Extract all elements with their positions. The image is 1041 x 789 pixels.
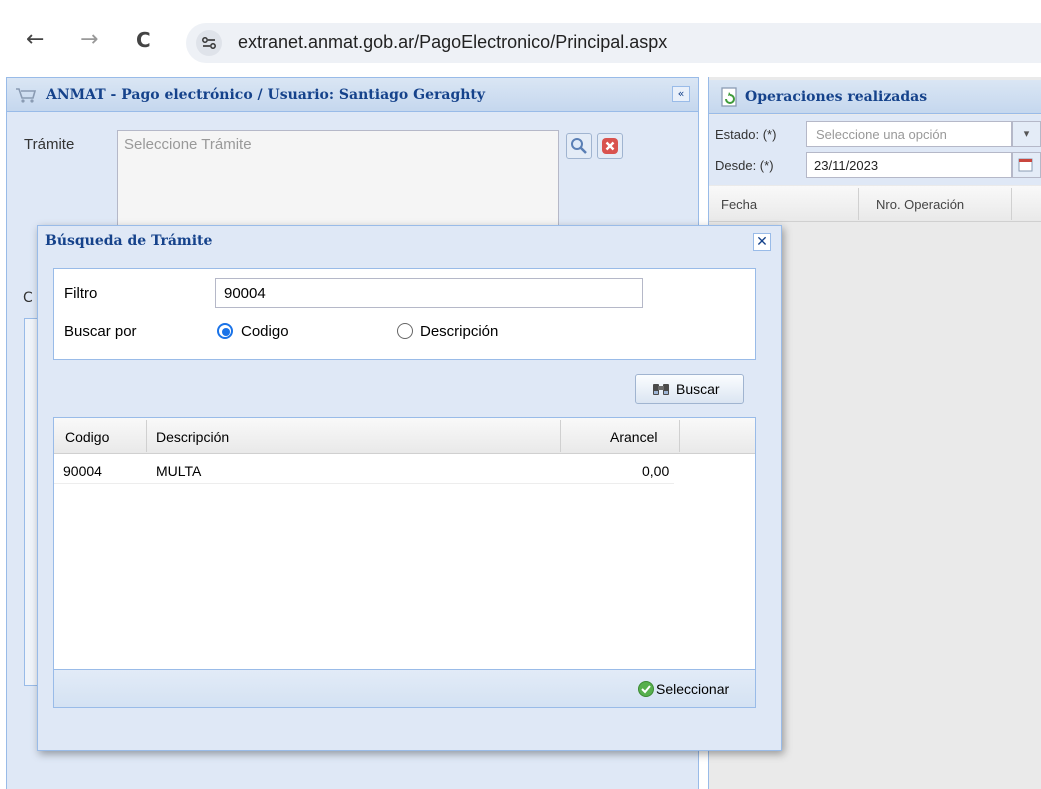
buscar-label[interactable]: Buscar: [676, 381, 720, 397]
desde-value: 23/11/2023: [814, 158, 879, 173]
radio-codigo-label[interactable]: Codigo: [241, 323, 289, 340]
magnifier-icon: [571, 138, 587, 154]
collapse-button[interactable]: «: [672, 86, 690, 102]
clear-tramite-button[interactable]: [597, 133, 623, 159]
search-tramite-button[interactable]: [566, 133, 592, 159]
cell-descripcion: MULTA: [156, 463, 202, 479]
table-row[interactable]: [54, 455, 674, 484]
url-text[interactable]: extranet.anmat.gob.ar/PagoElectronico/Pr…: [238, 32, 667, 53]
column-separator: [146, 420, 147, 452]
cell-codigo: 90004: [63, 463, 102, 479]
column-separator: [1011, 188, 1012, 220]
col-nro-operacion[interactable]: Nro. Operación: [876, 197, 964, 212]
binoculars-icon: [652, 381, 670, 397]
tramite-placeholder: Seleccione Trámite: [124, 136, 252, 153]
reload-button[interactable]: C: [136, 28, 151, 52]
col-codigo[interactable]: Codigo: [65, 429, 109, 445]
column-separator: [858, 188, 859, 220]
col-fecha[interactable]: Fecha: [721, 197, 757, 212]
estado-label: Estado: (*): [715, 127, 777, 142]
operaciones-title: Operaciones realizadas: [745, 89, 928, 105]
chevron-down-icon[interactable]: ▾: [1012, 121, 1041, 147]
filtro-input[interactable]: 90004: [215, 278, 643, 308]
desde-label: Desde: (*): [715, 158, 774, 173]
back-button[interactable]: ←: [26, 28, 44, 52]
col-arancel[interactable]: Arancel: [610, 429, 657, 445]
tramite-label: Trámite: [24, 136, 75, 153]
forward-button[interactable]: →: [80, 28, 98, 52]
col-descripcion[interactable]: Descripción: [156, 429, 229, 445]
radio-descripcion-label[interactable]: Descripción: [420, 323, 498, 340]
check-icon[interactable]: [638, 681, 654, 697]
column-separator: [679, 420, 680, 452]
dialog-title: Búsqueda de Trámite: [45, 233, 213, 249]
filtro-label: Filtro: [64, 285, 98, 302]
estado-placeholder: Seleccione una opción: [816, 127, 947, 142]
pago-panel-title: ANMAT - Pago electrónico / Usuario: Sant…: [46, 87, 486, 103]
concepto-label: C: [23, 290, 33, 306]
buscar-por-label: Buscar por: [64, 323, 137, 340]
close-icon[interactable]: ✕: [753, 233, 771, 251]
cart-icon: [14, 86, 38, 104]
radio-codigo[interactable]: [217, 323, 233, 339]
cell-arancel: 0,00: [642, 463, 670, 479]
radio-descripcion[interactable]: [397, 323, 413, 339]
operaciones-grid-header: [709, 186, 1041, 222]
delete-icon: [602, 138, 618, 154]
seleccionar-button[interactable]: Seleccionar: [656, 681, 729, 697]
calendar-icon[interactable]: [1012, 152, 1041, 178]
refresh-document-icon: [719, 86, 741, 108]
column-separator: [560, 420, 561, 452]
site-settings-icon[interactable]: [196, 30, 222, 56]
